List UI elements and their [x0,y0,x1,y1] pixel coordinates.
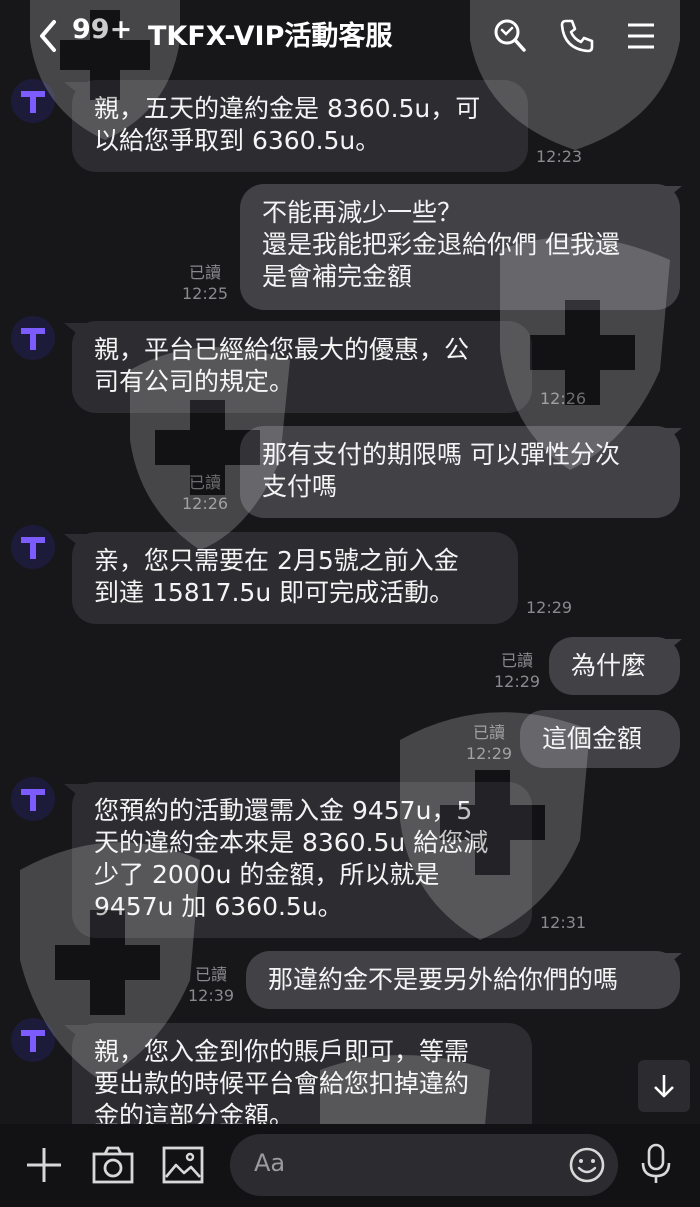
read-receipt: 已讀 [189,473,222,492]
add-attachment-button[interactable] [24,1145,64,1189]
message-input-placeholder: Aa [254,1149,286,1177]
chat-header: 99+ TKFX-VIP活動客服 [0,0,700,70]
chat-title[interactable]: TKFX-VIP活動客服 [148,14,392,53]
message-text: 親，平台已經給您最大的優惠，公 司有公司的規定。 [94,335,470,396]
voice-message-button[interactable] [640,1143,672,1189]
message-text: 不能再減少一些？ 還是我能把彩金退給你們 但我還 是會補完金額 [262,198,620,291]
camera-button[interactable] [92,1145,134,1189]
message-meta: 已讀 12:39 [188,964,234,1006]
message-meta: 已讀 12:29 [466,722,512,764]
message-text: 親，您入金到你的賬戶即可，等需 要出款的時候平台會給您扣掉違約 金的這部分金額。 [94,1037,470,1124]
message-time: 12:29 [526,598,573,617]
avatar[interactable] [11,777,55,821]
message-text: 亲，您只需要在 2月5號之前入金 到達 15817.5u 即可完成活動。 [94,546,459,607]
message-time: 12:29 [494,672,541,691]
tkfx-logo-icon [21,91,45,113]
read-receipt: 已讀 [189,263,222,282]
menu-button[interactable] [622,16,662,56]
message-time: 12:29 [466,744,513,763]
message-time: 12:26 [540,389,587,408]
arrow-down-icon [654,1075,674,1098]
tkfx-logo-icon [21,1030,45,1052]
message-text: 那有支付的期限嗎 可以彈性分次 支付嗎 [262,440,620,501]
camera-icon [92,1146,134,1184]
message-text: 為什麼 [571,651,647,680]
message-bubble-incoming[interactable]: 您預約的活動還需入金 9457u，5 天的違約金本來是 8360.5u 給您減 … [72,782,532,938]
message-time: 12:26 [182,494,229,513]
message-bubble-incoming[interactable]: 親，五天的違約金是 8360.5u，可 以給您爭取到 6360.5u。 [72,80,528,172]
message-meta: 已讀 12:29 [494,650,540,692]
message-bubble-outgoing[interactable]: 那違約金不是要另外給你們的嗎 [246,951,680,1009]
message-time: 12:23 [536,147,583,166]
message-text: 那違約金不是要另外給你們的嗎 [268,965,619,994]
message-time: 12:39 [188,986,235,1005]
message-text: 這個金額 [542,724,643,753]
chat-screen: 99+ TKFX-VIP活動客服 親，五天的違約金是 8360.5u，可 以給您… [0,0,700,1207]
read-receipt: 已讀 [473,723,506,742]
search-button[interactable] [490,16,530,56]
message-time: 12:25 [182,284,229,303]
scroll-to-bottom-button[interactable] [638,1060,690,1112]
message-text: 您預約的活動還需入金 9457u，5 天的違約金本來是 8360.5u 給您減 … [94,796,489,921]
message-bubble-incoming[interactable]: 亲，您只需要在 2月5號之前入金 到達 15817.5u 即可完成活動。 [72,532,518,624]
message-time: 12:31 [540,913,587,932]
message-meta: 已讀 12:25 [182,262,228,304]
menu-icon [628,23,654,49]
emoji-icon[interactable] [568,1146,606,1184]
avatar[interactable] [11,1018,55,1062]
gallery-button[interactable] [162,1146,204,1188]
message-input[interactable]: Aa [230,1134,618,1196]
microphone-icon [641,1143,671,1183]
image-icon [162,1146,204,1184]
message-text: 親，五天的違約金是 8360.5u，可 以給您爭取到 6360.5u。 [94,94,481,155]
tkfx-logo-icon [21,537,45,559]
tkfx-logo-icon [21,789,45,811]
unread-count[interactable]: 99+ [72,14,132,45]
phone-icon [560,19,594,53]
avatar[interactable] [11,316,55,360]
chevron-left-icon [40,20,56,52]
message-bubble-outgoing[interactable]: 為什麼 [549,637,680,695]
read-receipt: 已讀 [195,965,228,984]
message-bubble-outgoing[interactable]: 那有支付的期限嗎 可以彈性分次 支付嗎 [240,426,680,518]
message-bubble-incoming[interactable]: 親，平台已經給您最大的優惠，公 司有公司的規定。 [72,321,532,413]
call-button[interactable] [556,16,596,56]
read-receipt: 已讀 [501,651,534,670]
avatar[interactable] [11,525,55,569]
message-bubble-incoming[interactable]: 親，您入金到你的賬戶即可，等需 要出款的時候平台會給您扣掉違約 金的這部分金額。 [72,1023,532,1124]
message-bubble-outgoing[interactable]: 這個金額 [520,710,680,768]
message-bubble-outgoing[interactable]: 不能再減少一些？ 還是我能把彩金退給你們 但我還 是會補完金額 [240,184,680,310]
avatar[interactable] [11,79,55,123]
plus-icon [27,1148,61,1182]
message-meta: 已讀 12:26 [182,472,228,514]
tkfx-logo-icon [21,328,45,350]
back-button[interactable] [34,16,64,56]
search-icon [494,19,526,52]
